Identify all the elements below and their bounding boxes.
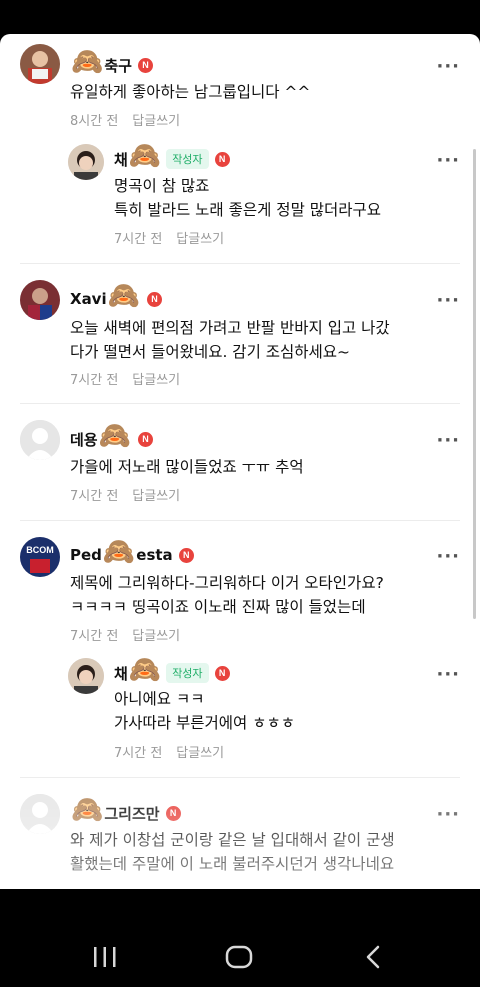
comment-text: 오늘 새벽에 편의점 가려고 반팔 반바지 입고 나갔 다가 떨면서 들어왔네요… [70, 319, 390, 361]
see-no-evil-monkey-icon: 🙈 [71, 47, 104, 77]
see-no-evil-monkey-icon: 🙈 [71, 795, 104, 825]
reply-button[interactable]: 답글쓰기 [132, 373, 180, 388]
divider [20, 520, 460, 521]
comment-time: 7시간 전 [114, 746, 163, 761]
see-no-evil-monkey-icon: 🙈 [98, 421, 131, 451]
avatar[interactable] [68, 658, 104, 694]
naver-n-badge-icon: N [214, 151, 230, 167]
author-badge: 작성자 [166, 663, 209, 683]
author-name: 그리즈만 [104, 804, 160, 823]
comment-author[interactable]: Ped 🙈 esta N [70, 539, 194, 566]
back-icon[interactable] [364, 945, 382, 969]
comment-time: 7시간 전 [70, 489, 119, 504]
author-name-prefix: 채 [114, 150, 128, 169]
reply-button[interactable]: 답글쓰기 [132, 629, 180, 644]
naver-n-badge-icon: N [137, 431, 153, 447]
comment-text: 유일하게 좋아하는 남그룹입니다 ^^ [70, 83, 311, 101]
avatar[interactable] [68, 144, 104, 180]
author-name-prefix: Ped [70, 546, 102, 564]
naver-n-badge-icon: N [214, 665, 230, 681]
comment-time: 8시간 전 [70, 114, 119, 129]
author-name: 축구 [104, 56, 132, 75]
comment-meta: 7시간 전 답글쓰기 [70, 625, 180, 644]
comment-author[interactable]: 🙈 축구 N [70, 49, 153, 76]
comment-author[interactable]: 🙈 그리즈만 N [70, 797, 181, 824]
see-no-evil-monkey-icon: 🙈 [128, 655, 162, 685]
author-name: esta [136, 546, 173, 564]
more-options-icon[interactable]: ··· [436, 152, 460, 170]
comment-author[interactable]: Xavi 🙈 N [70, 283, 162, 310]
more-options-icon[interactable]: ··· [436, 58, 460, 76]
more-options-icon[interactable]: ··· [436, 548, 460, 566]
avatar-logo-text: BCOM [26, 545, 54, 555]
comment-text: 가을에 저노래 많이들었죠 ㅜㅠ 추억 [70, 458, 304, 476]
see-no-evil-monkey-icon: 🙈 [102, 537, 136, 567]
home-icon[interactable] [225, 945, 253, 969]
avatar[interactable] [20, 44, 60, 84]
avatar[interactable] [20, 280, 60, 320]
comment-author[interactable]: 데용 🙈 N [70, 423, 153, 450]
divider [20, 777, 460, 778]
naver-n-badge-icon: N [178, 547, 194, 563]
comment-time: 7시간 전 [114, 232, 163, 247]
comment-text: 아니에요 ㅋㅋ 가사따라 부른거에여 ㅎㅎㅎ [114, 690, 295, 732]
comment-author[interactable]: 채 🙈 작성자 N [114, 657, 230, 684]
divider [20, 263, 460, 264]
comment-text: 제목에 그리워하다-그리워하다 이거 오타인가요? ㅋㅋㅋㅋ 띵곡이죠 이노래 … [70, 574, 384, 616]
reply-button[interactable]: 답글쓰기 [176, 232, 224, 247]
comment-meta: 7시간 전 답글쓰기 [114, 228, 224, 247]
naver-n-badge-icon: N [146, 291, 162, 307]
author-name-prefix: 채 [114, 664, 128, 683]
more-options-icon[interactable]: ··· [436, 432, 460, 450]
see-no-evil-monkey-icon: 🙈 [128, 141, 162, 171]
more-options-icon[interactable]: ··· [436, 806, 460, 824]
comment-meta: 7시간 전 답글쓰기 [70, 485, 180, 504]
naver-n-badge-icon: N [137, 57, 153, 73]
comment-meta: 7시간 전 답글쓰기 [70, 369, 180, 388]
reply-button[interactable]: 답글쓰기 [176, 746, 224, 761]
more-options-icon[interactable]: ··· [436, 666, 460, 684]
comment-text: 명곡이 참 많죠 특히 발라드 노래 좋은게 정말 많더라구요 [114, 177, 382, 219]
naver-n-badge-icon: N [165, 805, 181, 821]
comment-author[interactable]: 채 🙈 작성자 N [114, 143, 230, 170]
system-navigation-bar [0, 889, 480, 987]
reply-button[interactable]: 답글쓰기 [132, 489, 180, 504]
divider [20, 403, 460, 404]
author-name-prefix: 데용 [70, 430, 98, 449]
reply-button[interactable]: 답글쓰기 [132, 114, 180, 129]
author-badge: 작성자 [166, 149, 209, 169]
more-options-icon[interactable]: ··· [436, 292, 460, 310]
comment-meta: 8시간 전 답글쓰기 [70, 110, 180, 129]
scrollbar[interactable] [473, 149, 476, 619]
avatar[interactable] [20, 794, 60, 834]
recent-apps-icon[interactable] [92, 946, 118, 968]
comment-time: 7시간 전 [70, 629, 119, 644]
comment-text: 와 제가 이창섭 군이랑 같은 날 입대해서 같이 군생 활했는데 주말에 이 … [70, 831, 395, 873]
see-no-evil-monkey-icon: 🙈 [107, 281, 140, 311]
comment-meta: 7시간 전 답글쓰기 [114, 742, 224, 761]
author-name-prefix: Xavi [70, 290, 107, 308]
comment-time: 7시간 전 [70, 373, 119, 388]
avatar[interactable]: BCOM [20, 537, 60, 577]
comment-list: 🙈 축구 N ··· 유일하게 좋아하는 남그룹입니다 ^^ 8시간 전 답글쓰기… [0, 34, 480, 889]
avatar[interactable] [20, 420, 60, 460]
